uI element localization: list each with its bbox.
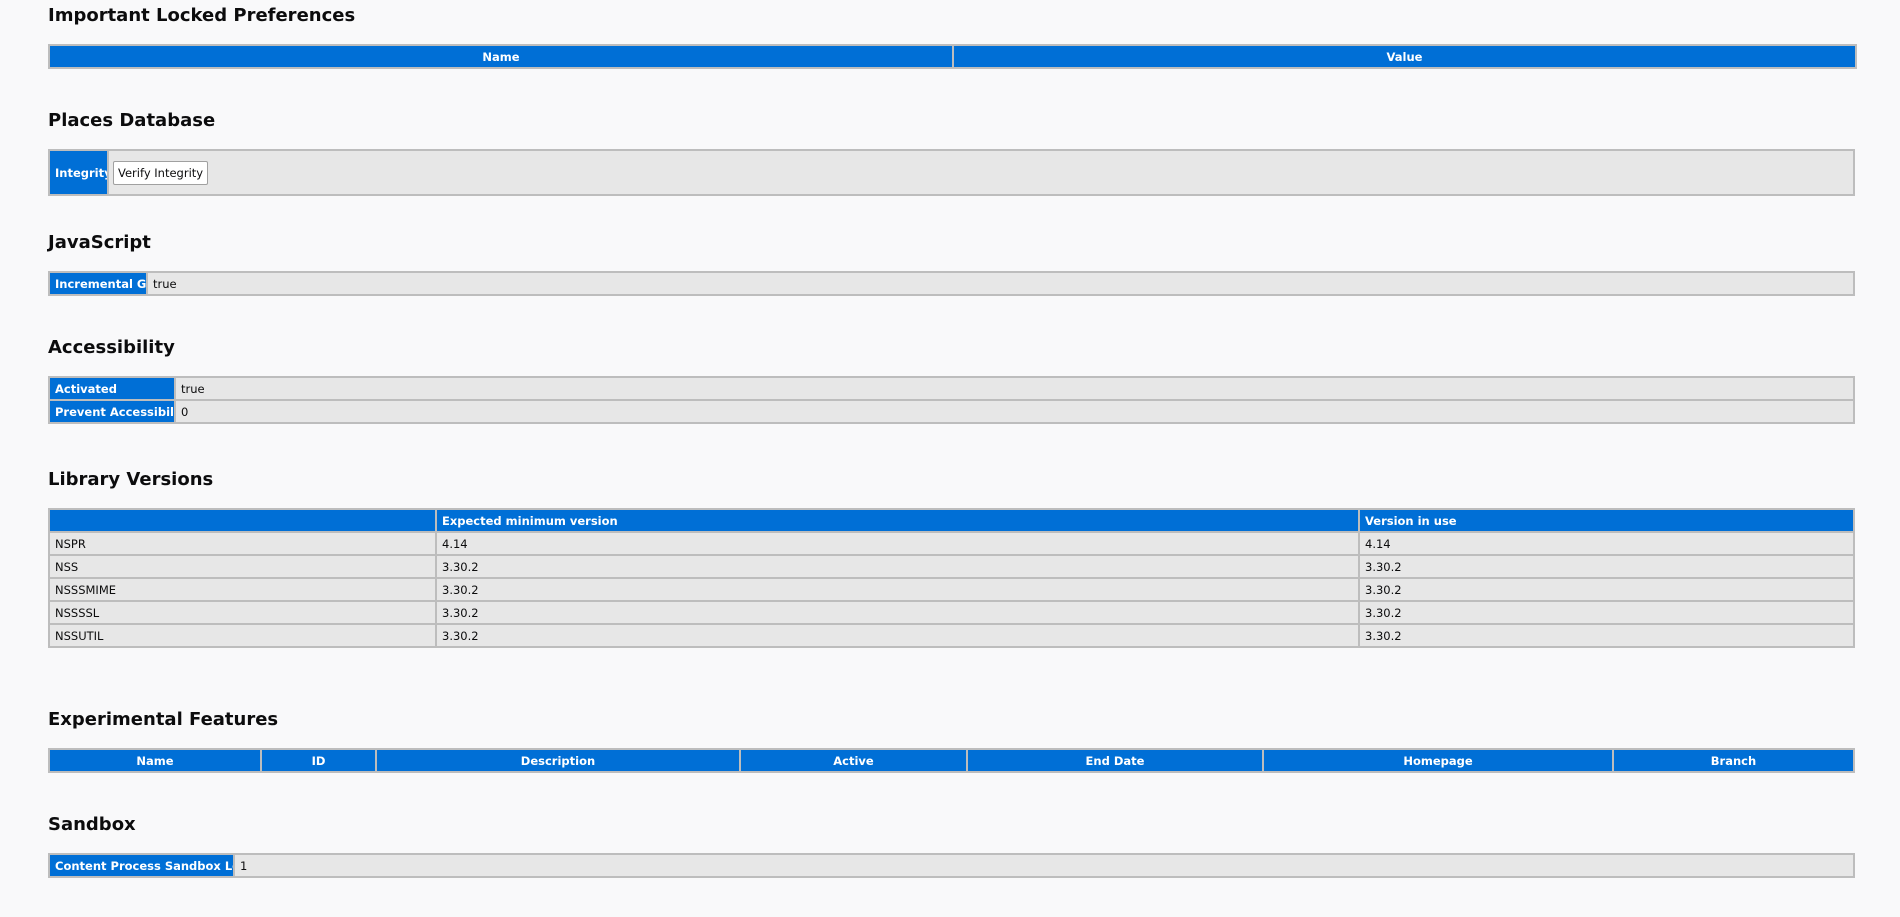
column-header-version-in-use: Version in use (1358, 508, 1855, 533)
content-process-sandbox-level-label: Content Process Sandbox Level (48, 853, 235, 878)
integrity-value-cell: Verify Integrity (107, 149, 1855, 196)
library-name: NSSSSL (48, 600, 437, 625)
library-version-in-use: 3.30.2 (1358, 600, 1855, 625)
section-title-javascript: JavaScript (48, 232, 151, 253)
section-title-locked-prefs: Important Locked Preferences (48, 5, 356, 26)
section-title-accessibility: Accessibility (48, 337, 175, 358)
section-title-library-versions: Library Versions (48, 469, 214, 490)
table-header-row: Name ID Description Active End Date Home… (48, 748, 1855, 773)
library-name: NSSSMIME (48, 577, 437, 602)
library-expected-version: 4.14 (435, 531, 1360, 556)
column-header-id: ID (260, 748, 377, 773)
table-row: NSPR 4.14 4.14 (48, 531, 1855, 556)
locked-prefs-table: Name Value (48, 44, 1857, 69)
library-name: NSSUTIL (48, 623, 437, 648)
accessibility-table: Activated true Prevent Accessibility 0 (48, 376, 1855, 424)
library-version-in-use: 3.30.2 (1358, 577, 1855, 602)
table-row: Integrity Verify Integrity (48, 149, 1855, 196)
column-header-expected-minimum-version: Expected minimum version (435, 508, 1360, 533)
library-name: NSS (48, 554, 437, 579)
column-header-end-date: End Date (966, 748, 1264, 773)
library-version-in-use: 3.30.2 (1358, 623, 1855, 648)
content-process-sandbox-level-value: 1 (233, 853, 1855, 878)
table-row: Content Process Sandbox Level 1 (48, 853, 1855, 878)
library-versions-table: Expected minimum version Version in use … (48, 508, 1855, 648)
library-expected-version: 3.30.2 (435, 600, 1360, 625)
column-header-branch: Branch (1612, 748, 1855, 773)
column-header-homepage: Homepage (1262, 748, 1614, 773)
experimental-features-table: Name ID Description Active End Date Home… (48, 748, 1855, 773)
library-expected-version: 3.30.2 (435, 623, 1360, 648)
section-title-sandbox: Sandbox (48, 814, 136, 835)
incremental-gc-label: Incremental GC (48, 271, 148, 296)
column-header-active: Active (739, 748, 968, 773)
table-row: Incremental GC true (48, 271, 1855, 296)
javascript-table: Incremental GC true (48, 271, 1855, 296)
library-name: NSPR (48, 531, 437, 556)
table-row: Activated true (48, 376, 1855, 401)
library-version-in-use: 4.14 (1358, 531, 1855, 556)
column-header-name: Name (48, 44, 954, 69)
sandbox-table: Content Process Sandbox Level 1 (48, 853, 1855, 878)
library-version-in-use: 3.30.2 (1358, 554, 1855, 579)
places-database-table: Integrity Verify Integrity (48, 149, 1855, 196)
table-row: Prevent Accessibility 0 (48, 399, 1855, 424)
integrity-label: Integrity (48, 149, 109, 196)
column-header-value: Value (952, 44, 1857, 69)
activated-value: true (174, 376, 1855, 401)
column-header-library (48, 508, 437, 533)
table-row: NSSSMIME 3.30.2 3.30.2 (48, 577, 1855, 602)
section-title-experimental-features: Experimental Features (48, 709, 279, 730)
activated-label: Activated (48, 376, 176, 401)
incremental-gc-value: true (146, 271, 1855, 296)
verify-integrity-button[interactable]: Verify Integrity (113, 160, 209, 185)
table-header-row: Expected minimum version Version in use (48, 508, 1855, 533)
section-title-places-database: Places Database (48, 110, 216, 131)
table-row: NSSUTIL 3.30.2 3.30.2 (48, 623, 1855, 648)
column-header-name: Name (48, 748, 262, 773)
column-header-description: Description (375, 748, 741, 773)
library-expected-version: 3.30.2 (435, 554, 1360, 579)
table-header-row: Name Value (48, 44, 1857, 69)
table-row: NSS 3.30.2 3.30.2 (48, 554, 1855, 579)
table-row: NSSSSL 3.30.2 3.30.2 (48, 600, 1855, 625)
troubleshooting-page: Important Locked Preferences Name Value … (0, 0, 1900, 917)
prevent-accessibility-value: 0 (174, 399, 1855, 424)
prevent-accessibility-label: Prevent Accessibility (48, 399, 176, 424)
library-expected-version: 3.30.2 (435, 577, 1360, 602)
